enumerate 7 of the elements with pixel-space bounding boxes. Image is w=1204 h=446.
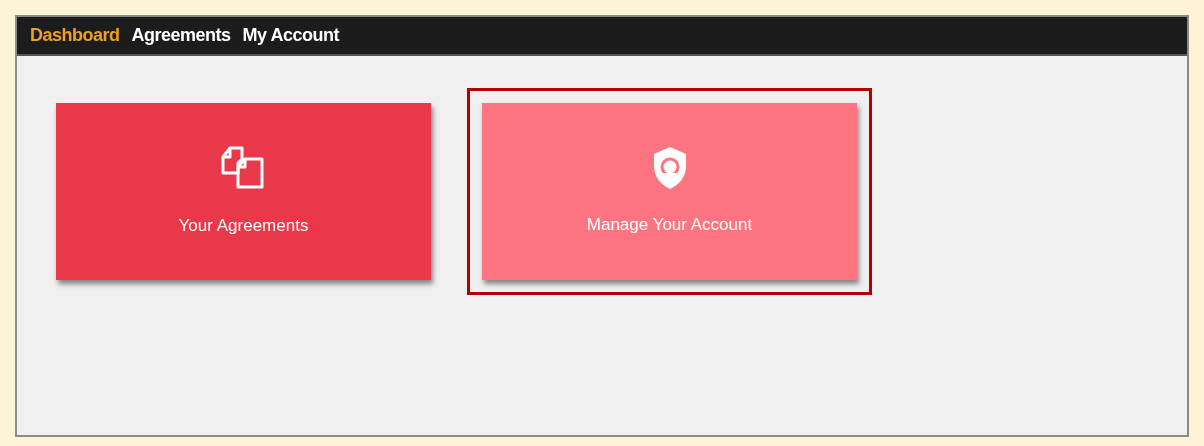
nav-link[interactable]: Dashboard — [30, 22, 120, 49]
tile-label: Your Agreements — [178, 214, 309, 237]
tile-label: Manage Your Account — [586, 213, 753, 236]
nav-link[interactable]: Agreements — [131, 22, 231, 49]
shield-icon — [651, 145, 688, 190]
nav-link[interactable]: My Account — [242, 22, 339, 49]
dashboard-tile[interactable]: Your Agreements — [56, 103, 431, 280]
